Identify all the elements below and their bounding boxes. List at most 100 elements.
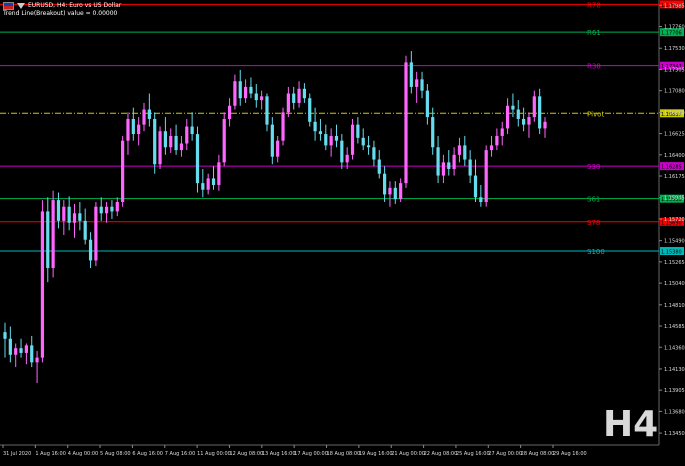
time-tick-label: 28 Aug 08:00	[521, 451, 555, 457]
eu-us-flag-icon[interactable]	[3, 2, 14, 10]
time-tick-label: 18 Aug 08:00	[327, 451, 361, 457]
time-tick-label: 22 Aug 08:00	[424, 451, 458, 457]
candle-body	[3, 332, 7, 339]
candle-body	[19, 348, 23, 353]
candle-body	[350, 124, 355, 155]
candle-body	[99, 206, 103, 214]
price-tick-label: 1.15040	[664, 281, 685, 287]
candle-body	[495, 135, 499, 146]
candle-body	[500, 128, 504, 136]
candle-body	[222, 118, 226, 163]
candle-body	[30, 345, 34, 363]
level-label-r38: R38	[587, 63, 601, 71]
candle-body	[415, 79, 419, 87]
candle-body	[206, 178, 210, 190]
candlestick-chart[interactable]: R78 1.17995R61 1.17706R38 1.17347Pivot 1.168…	[0, 0, 685, 462]
candle-body	[505, 105, 510, 129]
candle-body	[14, 348, 18, 355]
candle-body	[211, 178, 216, 186]
candle-body	[447, 162, 451, 169]
candle-body	[452, 154, 456, 169]
candle-body	[24, 345, 28, 353]
candle-body	[473, 175, 478, 198]
chart-area[interactable]: R78 1.17995 R61 1.17706 R38 1.17347 Pivot 1.168…	[0, 0, 685, 462]
level-label-s61: S61	[587, 196, 600, 204]
candle-body	[409, 62, 413, 87]
candle-body	[62, 206, 66, 221]
candle-body	[516, 109, 520, 119]
level-label-r78: R78	[587, 1, 601, 9]
candle-body	[265, 96, 269, 125]
candle-body	[372, 147, 376, 160]
candle-body	[313, 121, 317, 132]
candle-body	[399, 183, 403, 200]
level-label-s78: S78	[587, 219, 600, 227]
candle-body	[441, 162, 446, 176]
indicator-label: Trend Line(Breakout) value = 0.00000	[3, 10, 118, 17]
chart-header: EURUSD, H4: Euro vs US Dollar Trend Line…	[3, 2, 121, 18]
time-tick-label: 13 Aug 16:00	[262, 451, 296, 457]
candle-body	[361, 137, 365, 146]
candle-body	[366, 145, 371, 148]
candle-body	[147, 109, 151, 119]
candle-body	[238, 81, 242, 99]
level-price-r61: 1.17706	[661, 31, 682, 37]
candle-body	[292, 93, 296, 103]
candle-body	[543, 121, 547, 129]
price-tick-label: 1.15945	[664, 196, 685, 202]
candle-body	[286, 93, 290, 113]
level-label-s38: S38	[587, 163, 600, 171]
time-tick-label: 5 Aug 08:00	[100, 451, 131, 457]
candle-body	[356, 124, 360, 138]
price-tick-label: 1.14810	[664, 303, 685, 309]
candle-body	[431, 117, 435, 148]
time-tick-label: 27 Aug 00:00	[488, 451, 522, 457]
price-tick-label: 1.17760	[664, 25, 685, 31]
candle-body	[83, 220, 87, 240]
time-tick-label: 4 Aug 00:00	[68, 451, 99, 457]
level-label-r61: R61	[587, 29, 601, 37]
price-tick-label: 1.14130	[664, 367, 685, 373]
candle-body	[233, 81, 237, 106]
time-tick-label: 21 Aug 00:00	[391, 451, 425, 457]
price-tick-label: 1.17305	[664, 67, 685, 73]
candle-body	[340, 140, 344, 163]
price-tick-label: 1.17080	[664, 89, 685, 95]
candle-body	[297, 88, 301, 103]
candle-body	[383, 173, 387, 195]
candle-body	[153, 118, 157, 165]
time-tick-label: 31 Jul 2020	[3, 451, 31, 457]
candle-body	[56, 200, 61, 221]
time-tick-label: 1 Aug 16:00	[35, 451, 66, 457]
candle-body	[468, 159, 472, 176]
candle-body	[329, 135, 333, 146]
time-tick-label: 11 Aug 00:00	[197, 451, 231, 457]
candle-body	[281, 112, 285, 141]
candle-body	[425, 90, 429, 118]
candle-body	[243, 86, 248, 99]
candle-body	[78, 213, 82, 221]
candle-body	[532, 96, 536, 118]
candle-body	[104, 206, 109, 214]
price-tick-label: 1.16625	[664, 132, 685, 138]
candle-body	[324, 134, 328, 146]
candle-body	[201, 183, 205, 190]
arrow-down-icon[interactable]	[17, 3, 25, 9]
candle-body	[217, 162, 221, 186]
candle-body	[463, 145, 467, 160]
time-tick-label: 25 Aug 16:00	[456, 451, 490, 457]
candle-body	[227, 105, 232, 119]
candle-body	[345, 154, 349, 163]
candle-body	[137, 124, 141, 135]
price-tick-label: 1.14585	[664, 324, 685, 330]
price-tick-label: 1.15265	[664, 260, 685, 266]
candle-body	[404, 62, 408, 184]
candle-body	[276, 140, 280, 157]
candle-body	[484, 150, 488, 202]
candle-body	[334, 135, 339, 141]
time-tick-label: 7 Aug 16:00	[165, 451, 196, 457]
candle-body	[179, 143, 184, 151]
candle-body	[270, 124, 274, 157]
price-tick-label: 1.17530	[664, 46, 685, 52]
candle-body	[479, 197, 483, 202]
